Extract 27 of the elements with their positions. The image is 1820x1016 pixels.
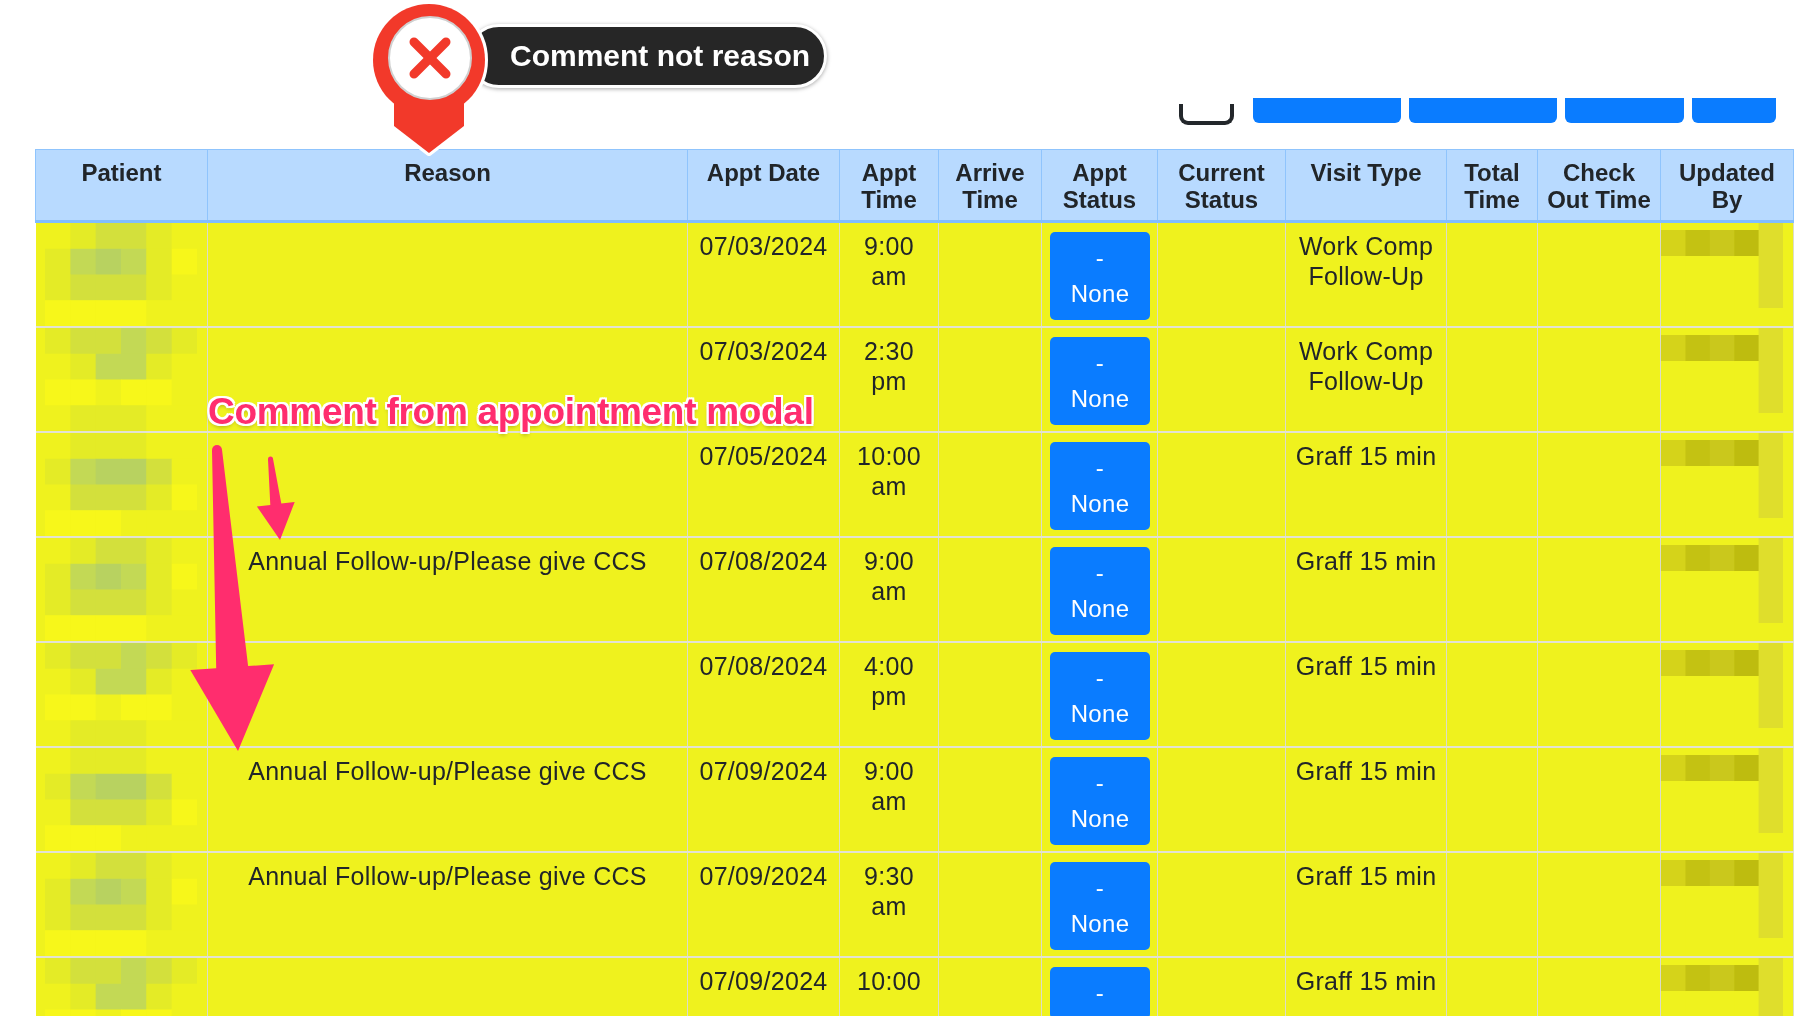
- toolbar-button[interactable]: [1409, 98, 1557, 123]
- status-button[interactable]: - None: [1050, 337, 1150, 425]
- column-header: Appt Status: [1041, 149, 1158, 222]
- column-header: Appt Date: [687, 149, 840, 222]
- date-cell: 07/09/2024: [687, 957, 840, 1016]
- column-header: Total Time: [1446, 149, 1538, 222]
- time-cell: 10:00: [839, 957, 939, 1016]
- toolbar-button[interactable]: [1692, 98, 1776, 123]
- column-header: Updated By: [1660, 149, 1794, 222]
- column-header: Visit Type: [1285, 149, 1447, 222]
- status-button[interactable]: - None: [1050, 232, 1150, 320]
- status-button[interactable]: - None: [1050, 547, 1150, 635]
- column-header: Patient: [35, 149, 208, 222]
- outline-button[interactable]: [1179, 104, 1234, 125]
- visit-type-cell: Graff 15 min: [1285, 957, 1447, 1016]
- toolbar-button[interactable]: [1565, 98, 1684, 123]
- toolbar-button[interactable]: [1253, 98, 1401, 123]
- status-button[interactable]: -: [1050, 967, 1150, 1016]
- column-header: Check Out Time: [1537, 149, 1661, 222]
- status-button[interactable]: - None: [1050, 652, 1150, 740]
- column-header: Reason: [207, 149, 688, 222]
- column-header: Current Status: [1157, 149, 1286, 222]
- column-header: Arrive Time: [938, 149, 1042, 222]
- column-header: Appt Time: [839, 149, 939, 222]
- status-button[interactable]: - None: [1050, 862, 1150, 950]
- status-button[interactable]: - None: [1050, 757, 1150, 845]
- status-button[interactable]: - None: [1050, 442, 1150, 530]
